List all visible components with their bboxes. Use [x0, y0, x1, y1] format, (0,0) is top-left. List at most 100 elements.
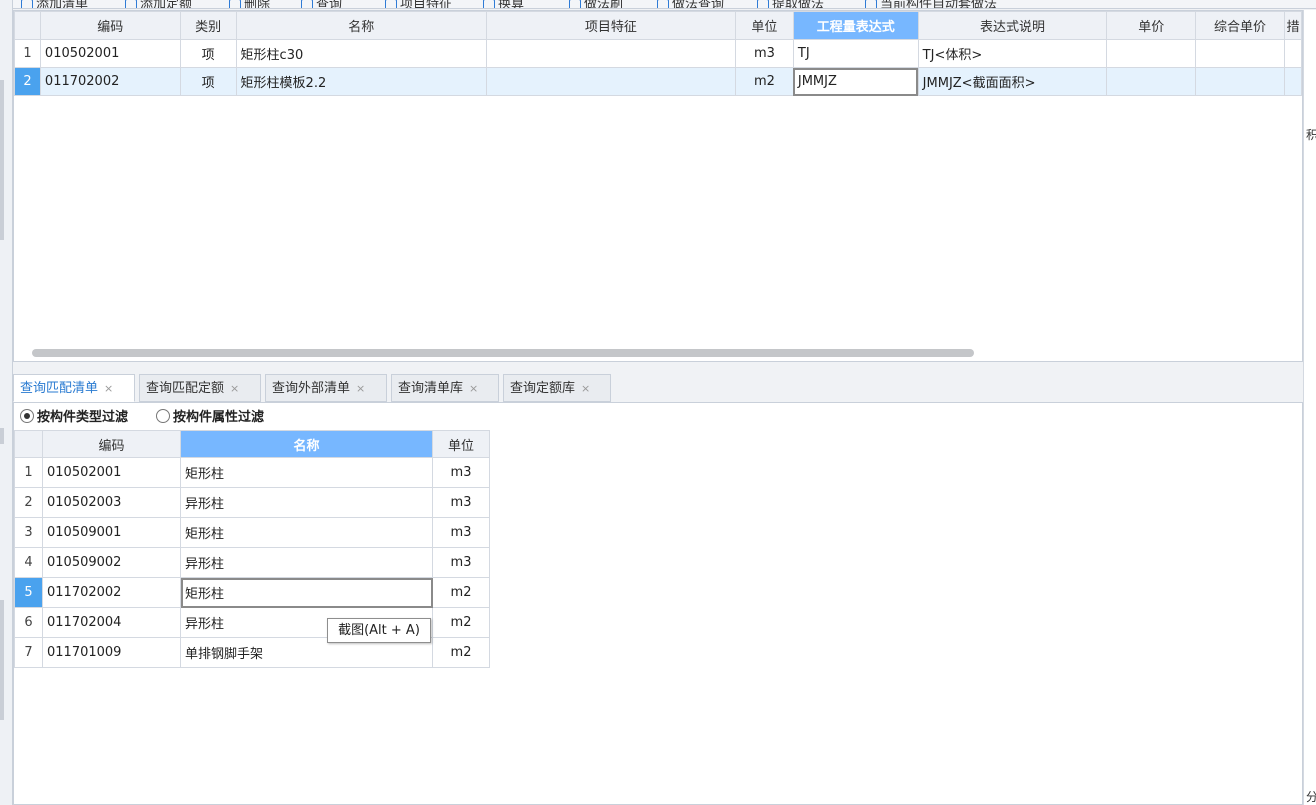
tab-close-icon[interactable]: × — [581, 382, 590, 395]
extract-method-button[interactable]: 提取做法 — [757, 0, 824, 8]
tab-close-icon[interactable]: × — [356, 382, 365, 395]
cell-name[interactable]: 异形柱 — [180, 487, 433, 518]
method-brush-button[interactable]: 做法刷 — [569, 0, 623, 8]
cell-name[interactable]: 异形柱 — [180, 547, 433, 578]
cell-code[interactable]: 011701009 — [42, 637, 181, 668]
add-list-button[interactable]: 添加清单 — [21, 0, 88, 8]
cell-expression-description[interactable]: JMMJZ<截面面积> — [917, 67, 1108, 96]
cell-unit[interactable]: m2 — [432, 607, 490, 638]
cell-code[interactable]: 010502001 — [42, 457, 181, 488]
cell-unit[interactable]: m3 — [735, 39, 794, 68]
cell-unit[interactable]: m2 — [432, 577, 490, 608]
cell-quantity-expression-editing[interactable]: JMMJZ — [792, 67, 919, 96]
cell-total-unit-price[interactable] — [1195, 67, 1285, 96]
cell-name-focused[interactable]: 矩形柱 — [180, 577, 433, 608]
cell-unit[interactable]: m3 — [432, 487, 490, 518]
row-number[interactable]: 5 — [14, 577, 43, 608]
filter-by-attribute-radio[interactable]: 按构件属性过滤 — [156, 409, 264, 427]
cell-unit-price[interactable] — [1106, 67, 1197, 96]
row-number[interactable]: 1 — [14, 457, 43, 488]
convert-icon — [483, 0, 495, 8]
row-number[interactable]: 2 — [14, 487, 43, 518]
cell-name[interactable]: 矩形柱模板2.2 — [235, 67, 487, 96]
tab-query-matching-list[interactable]: 查询匹配清单 × — [13, 374, 135, 402]
cell-measure[interactable] — [1283, 67, 1302, 96]
cell-unit[interactable]: m3 — [432, 517, 490, 548]
cell-quantity-expression[interactable]: TJ — [792, 39, 919, 68]
radio-unchecked-icon[interactable] — [156, 409, 170, 423]
tab-query-external-list[interactable]: 查询外部清单 × — [265, 374, 387, 402]
tab-close-icon[interactable]: × — [230, 382, 239, 395]
column-header-unit[interactable]: 单位 — [735, 11, 794, 40]
column-header-expression-description[interactable]: 表达式说明 — [917, 11, 1108, 40]
column-header-total-unit-price[interactable]: 综合单价 — [1195, 11, 1285, 40]
row-number[interactable]: 3 — [14, 517, 43, 548]
query-button[interactable]: 查询 — [301, 0, 342, 8]
table-row[interactable]: 4 010509002 异形柱 m3 — [14, 547, 490, 578]
column-header-unit[interactable]: 单位 — [432, 430, 490, 458]
app-window: 添加清单 添加定额 删除 查询 项目特征 换算 做法刷 做法查询 提取做法 当前… — [0, 0, 1316, 805]
column-header-name[interactable]: 名称 — [235, 11, 487, 40]
column-header-code[interactable]: 编码 — [39, 11, 181, 40]
tab-query-quota-library[interactable]: 查询定额库 × — [503, 374, 611, 402]
tab-close-icon[interactable]: × — [469, 382, 478, 395]
table-row-selected[interactable]: 5 011702002 矩形柱 m2 — [14, 577, 490, 608]
cell-unit[interactable]: m3 — [432, 547, 490, 578]
cell-code[interactable]: 010502003 — [42, 487, 181, 518]
cell-name[interactable]: 矩形柱 — [180, 457, 433, 488]
column-header-name[interactable]: 名称 — [180, 430, 433, 458]
add-quota-button[interactable]: 添加定额 — [125, 0, 192, 8]
table-row[interactable]: 2 010502003 异形柱 m3 — [14, 487, 490, 518]
auto-apply-method-button[interactable]: 当前构件自动套做法 — [865, 0, 997, 8]
cell-unit-price[interactable] — [1106, 39, 1197, 68]
item-feature-button[interactable]: 项目特征 — [385, 0, 452, 8]
cell-code[interactable]: 010502001 — [39, 39, 181, 68]
method-list-table: 编码 类别 名称 项目特征 单位 工程量表达式 表达式说明 单价 综合单价 措 … — [14, 11, 1302, 96]
column-header-feature[interactable]: 项目特征 — [485, 11, 737, 40]
cell-type[interactable]: 项 — [179, 67, 237, 96]
cell-type[interactable]: 项 — [179, 39, 237, 68]
column-header-code[interactable]: 编码 — [42, 430, 181, 458]
screenshot-tooltip: 截图(Alt + A) — [327, 618, 431, 643]
row-number[interactable]: 6 — [14, 607, 43, 638]
brush-icon — [569, 0, 581, 8]
cell-feature[interactable] — [485, 67, 737, 96]
cell-feature[interactable] — [485, 39, 737, 68]
cell-code[interactable]: 011702002 — [39, 67, 181, 96]
cell-code[interactable]: 010509002 — [42, 547, 181, 578]
cell-unit[interactable]: m2 — [735, 67, 794, 96]
vertical-scrollbar[interactable]: 积 分 — [1303, 10, 1316, 805]
row-number[interactable]: 7 — [14, 637, 43, 668]
row-number[interactable]: 1 — [14, 39, 41, 68]
table-row-selected[interactable]: 2 011702002 项 矩形柱模板2.2 m2 JMMJZ JMMJZ<截面… — [14, 67, 1302, 96]
cell-code[interactable]: 011702002 — [42, 577, 181, 608]
tab-close-icon[interactable]: × — [104, 382, 113, 395]
tab-query-list-library[interactable]: 查询清单库 × — [391, 374, 499, 402]
table-row[interactable]: 3 010509001 矩形柱 m3 — [14, 517, 490, 548]
filter-by-type-radio[interactable]: 按构件类型过滤 — [20, 409, 128, 427]
cell-measure[interactable] — [1283, 39, 1302, 68]
cell-code[interactable]: 010509001 — [42, 517, 181, 548]
cell-name[interactable]: 矩形柱 — [180, 517, 433, 548]
horizontal-scrollbar[interactable] — [32, 349, 974, 357]
table-row[interactable]: 1 010502001 矩形柱 m3 — [14, 457, 490, 488]
convert-button[interactable]: 换算 — [483, 0, 524, 8]
column-header-unit-price[interactable]: 单价 — [1106, 11, 1197, 40]
cell-unit[interactable]: m2 — [432, 637, 490, 668]
delete-button[interactable]: 删除 — [229, 0, 270, 8]
query-icon — [301, 0, 313, 8]
radio-checked-icon[interactable] — [20, 409, 34, 423]
table-row[interactable]: 1 010502001 项 矩形柱c30 m3 TJ TJ<体积> — [14, 39, 1302, 68]
cell-total-unit-price[interactable] — [1195, 39, 1285, 68]
cell-unit[interactable]: m3 — [432, 457, 490, 488]
column-header-quantity-expression[interactable]: 工程量表达式 — [792, 11, 919, 40]
cell-name[interactable]: 矩形柱c30 — [235, 39, 487, 68]
column-header-measure[interactable]: 措 — [1283, 11, 1302, 40]
row-number[interactable]: 2 — [14, 67, 41, 96]
tab-query-matching-quota[interactable]: 查询匹配定额 × — [139, 374, 261, 402]
column-header-type[interactable]: 类别 — [179, 11, 237, 40]
method-query-button[interactable]: 做法查询 — [657, 0, 724, 8]
row-number[interactable]: 4 — [14, 547, 43, 578]
cell-expression-description[interactable]: TJ<体积> — [917, 39, 1108, 68]
cell-code[interactable]: 011702004 — [42, 607, 181, 638]
